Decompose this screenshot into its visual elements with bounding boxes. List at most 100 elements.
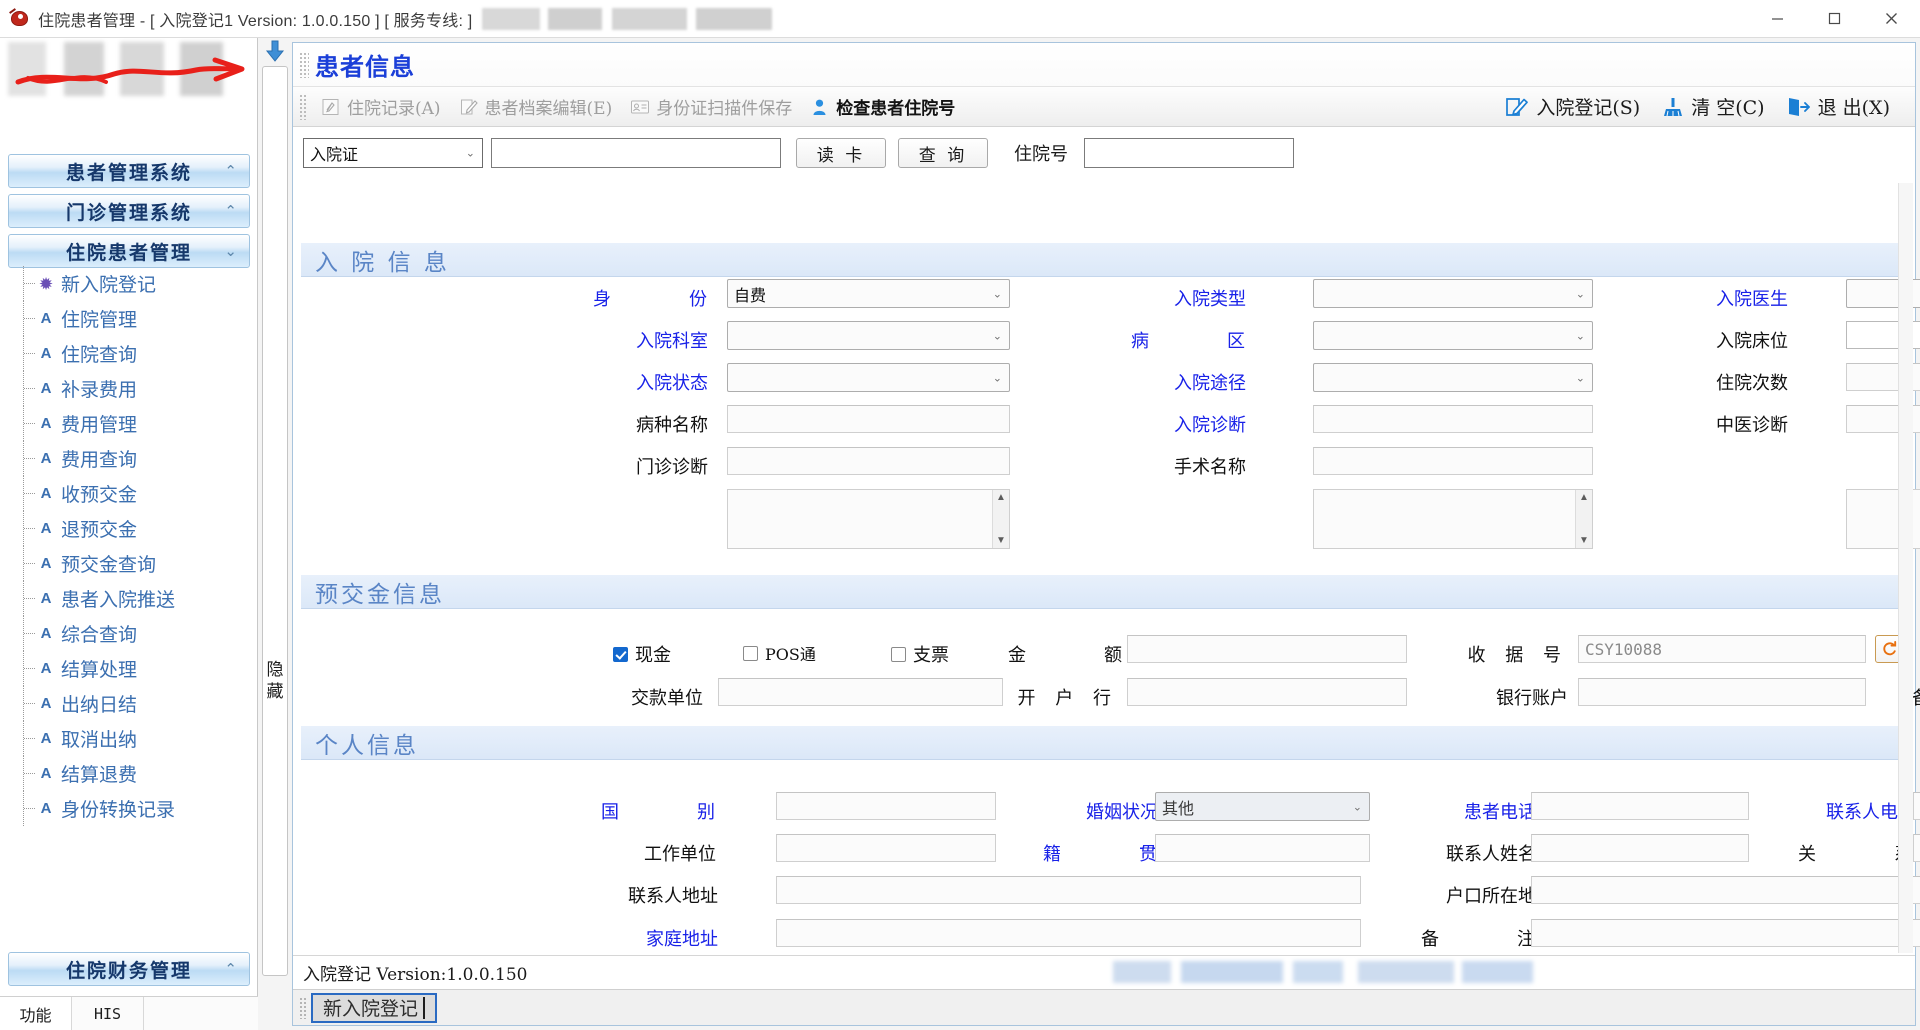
card-type-select[interactable]: 入院证 ⌄ — [303, 138, 483, 168]
patient-file-edit-button[interactable]: 患者档案编辑(E) — [450, 91, 622, 123]
tab-new-admission-registration[interactable]: 新入院登记 — [311, 992, 438, 1023]
receipt-no-input[interactable]: CSY10088 — [1578, 635, 1866, 663]
chevron-down-icon: ⌄ — [1575, 371, 1585, 384]
workspace: 患者管理系统 ⌃ 门诊管理系统 ⌃ 住院患者管理 ⌄ ✹ 新入院登记 A 住院管理 A 住… — [0, 38, 1920, 1030]
tree-stub — [24, 773, 35, 774]
inpatient-number-input[interactable] — [1084, 138, 1294, 168]
section-header-prepay: 预交金信息 — [301, 575, 1907, 609]
tree-stub — [24, 563, 35, 564]
maximize-button[interactable] — [1806, 0, 1863, 38]
query-button[interactable]: 查 询 — [898, 138, 988, 168]
card-number-input[interactable] — [491, 138, 781, 168]
native-place-input[interactable] — [1155, 834, 1370, 862]
sidebar-item-11[interactable]: A 综合查询 — [14, 616, 252, 651]
sidebar-item-14[interactable]: A 取消出纳 — [14, 721, 252, 756]
disease-name-input[interactable] — [727, 405, 1010, 433]
label-surgery-name: 手术名称 — [1174, 457, 1246, 478]
label-contact-address: 联系人地址 — [628, 886, 718, 907]
minimize-button[interactable] — [1749, 0, 1806, 38]
sidebar-item-1[interactable]: ✹ 新入院登记 — [14, 266, 252, 301]
personal-remark-input[interactable] — [1531, 919, 1920, 947]
admission-diagnosis-input[interactable] — [1313, 405, 1593, 433]
sidebar-group-inpatient-management[interactable]: 住院患者管理 ⌄ — [8, 234, 250, 268]
sidebar-item-9[interactable]: A 预交金查询 — [14, 546, 252, 581]
bank-account-input[interactable] — [1578, 678, 1866, 706]
payment-method-pos[interactable]: POS通 — [743, 641, 816, 665]
patient-phone-input[interactable] — [1531, 792, 1749, 820]
form-scrollbar[interactable] — [1898, 183, 1913, 953]
work-unit-input[interactable] — [776, 834, 996, 862]
sidebar-item-label: 取消出纳 — [61, 729, 138, 751]
admission-status-select[interactable]: ⌄ — [727, 363, 1010, 392]
sidebar-item-8[interactable]: A 退预交金 — [14, 511, 252, 546]
window-controls — [1749, 0, 1920, 38]
sidebar-item-3[interactable]: A 住院查询 — [14, 336, 252, 371]
nationality-input[interactable] — [776, 792, 996, 820]
home-address-input[interactable] — [776, 919, 1361, 947]
check-patient-number-button[interactable]: 检查患者住院号 — [801, 91, 964, 123]
contact-name-input[interactable] — [1531, 834, 1749, 862]
sidebar-group-patient-management[interactable]: 患者管理系统 ⌃ — [8, 154, 250, 188]
relationship-input[interactable] — [1913, 834, 1920, 862]
label-nationality: 国 别 — [601, 802, 729, 823]
marital-status-select[interactable]: 其他 ⌄ — [1155, 792, 1370, 821]
exit-door-icon — [1788, 97, 1810, 116]
admission-type-select[interactable]: ⌄ — [1313, 279, 1593, 308]
contact-phone-input[interactable] — [1913, 792, 1920, 820]
sidebar-group-outpatient-management[interactable]: 门诊管理系统 ⌃ — [8, 194, 250, 228]
admission-memo-left[interactable]: ▲ ▼ — [727, 489, 1010, 549]
sidebar-item-5[interactable]: A 费用管理 — [14, 406, 252, 441]
sidebar-item-7[interactable]: A 收预交金 — [14, 476, 252, 511]
payer-unit-input[interactable] — [718, 678, 1003, 706]
receipt-no-value: CSY10088 — [1585, 639, 1663, 659]
sidebar-item-10[interactable]: A 患者入院推送 — [14, 581, 252, 616]
payment-method-cash[interactable]: 现金 — [613, 641, 671, 667]
sidebar-item-4[interactable]: A 补录费用 — [14, 371, 252, 406]
sidebar-item-label: 收预交金 — [61, 484, 138, 506]
admission-dept-select[interactable]: ⌄ — [727, 321, 1010, 350]
tab-functions[interactable]: 功能 — [0, 997, 72, 1030]
inpatient-record-button[interactable]: 住院记录(A) — [312, 91, 450, 123]
sidebar-item-13[interactable]: A 出纳日结 — [14, 686, 252, 721]
read-card-button[interactable]: 读 卡 — [796, 138, 886, 168]
tab-his[interactable]: HIS — [72, 997, 144, 1030]
sidebar-item-2[interactable]: A 住院管理 — [14, 301, 252, 336]
identity-select[interactable]: 自费 ⌄ — [727, 279, 1010, 308]
search-row: 入院证 ⌄ 读 卡 查 询 住院号 — [293, 129, 1915, 177]
sidebar-item-16[interactable]: A 身份转换记录 — [14, 791, 252, 826]
payment-method-check[interactable]: 支票 — [891, 641, 949, 667]
label-bank-branch: 开 户 行 — [1017, 688, 1118, 709]
checkbox-check[interactable] — [891, 646, 906, 662]
contact-address-input[interactable] — [776, 876, 1361, 904]
label-tcm-diagnosis: 中医诊断 — [1716, 415, 1788, 436]
admission-register-button[interactable]: 入院登记(S) — [1494, 91, 1651, 123]
checkbox-cash[interactable] — [613, 646, 628, 662]
tree-stub — [24, 458, 35, 459]
exit-button[interactable]: 退 出(X) — [1776, 91, 1901, 123]
sidebar-item-6[interactable]: A 费用查询 — [14, 441, 252, 476]
chevron-down-icon: ⌄ — [224, 242, 239, 260]
tree-stub — [24, 738, 35, 739]
scrollbar-vertical[interactable]: ▲ ▼ — [992, 490, 1009, 548]
checkbox-pos[interactable] — [743, 645, 758, 661]
sidebar-item-15[interactable]: A 结算退费 — [14, 756, 252, 791]
outpatient-diagnosis-input[interactable] — [727, 447, 1010, 475]
bank-branch-input[interactable] — [1127, 678, 1407, 706]
surgery-name-input[interactable] — [1313, 447, 1593, 475]
clear-form-button[interactable]: 清 空(C) — [1651, 91, 1775, 123]
close-button[interactable] — [1863, 0, 1920, 38]
edit-document-icon — [460, 99, 478, 114]
sidebar-item-12[interactable]: A 结算处理 — [14, 651, 252, 686]
sidebar-group-inpatient-finance[interactable]: 住院财务管理 ⌃ — [8, 952, 250, 986]
admission-memo-middle[interactable]: ▲ ▼ — [1313, 489, 1593, 549]
ward-select[interactable]: ⌄ — [1313, 321, 1593, 350]
hide-panel-strip[interactable]: 隐 藏 — [262, 66, 288, 976]
amount-input[interactable] — [1127, 635, 1407, 663]
label-identity: 身 份 — [593, 289, 721, 310]
scrollbar-vertical[interactable]: ▲ ▼ — [1575, 490, 1592, 548]
collapse-arrow-down-icon[interactable] — [265, 40, 285, 62]
checkbox-label: 现金 — [635, 645, 671, 666]
admission-route-select[interactable]: ⌄ — [1313, 363, 1593, 392]
id-card-scan-save-button[interactable]: 身份证扫描件保存 — [621, 91, 801, 123]
household-location-input[interactable] — [1531, 876, 1920, 904]
